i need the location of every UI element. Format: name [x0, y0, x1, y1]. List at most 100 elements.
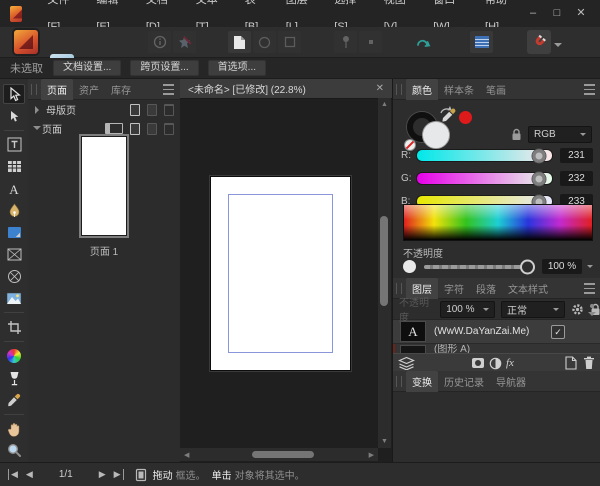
vertical-scrollbar[interactable]: ▲ ▼ — [378, 98, 391, 448]
blend-mode-select[interactable]: 正常 — [501, 301, 565, 318]
opacity-slider[interactable] — [424, 265, 534, 269]
node-tool[interactable] — [3, 106, 25, 126]
last-page-icon[interactable]: ▶ — [110, 469, 124, 480]
panel-grip-icon[interactable] — [31, 84, 37, 95]
add-page-icon[interactable] — [130, 123, 140, 135]
tab-paragraph[interactable]: 段落 — [470, 278, 502, 299]
rectangle-frame-tool[interactable] — [3, 245, 25, 265]
layers-list-scroll[interactable] — [588, 304, 596, 320]
tab-assets[interactable]: 资产 — [73, 79, 105, 100]
preferences-button[interactable]: 首选项... — [208, 60, 266, 76]
color-picker-tool[interactable] — [3, 390, 25, 410]
tab-history[interactable]: 历史记录 — [438, 371, 490, 392]
tab-text-styles[interactable]: 文本样式 — [502, 278, 554, 299]
scroll-left-icon[interactable]: ◀ — [184, 451, 189, 459]
mask-layer-icon[interactable] — [471, 357, 485, 369]
panel-grip-icon[interactable] — [396, 283, 402, 294]
panel-menu-icon[interactable] — [584, 283, 595, 294]
lock-icon[interactable] — [511, 128, 522, 141]
layer-effects-icon[interactable]: fx — [506, 357, 514, 369]
tab-transform[interactable]: 变换 — [406, 371, 438, 392]
pages-overview-icon[interactable] — [134, 468, 147, 482]
layer-row-shape[interactable]: (图形 A) — [393, 344, 600, 353]
layer-name[interactable]: (WwW.DaYanZai.Me) — [434, 326, 529, 337]
color-mode-select[interactable]: RGB — [528, 126, 592, 143]
scroll-down-icon[interactable] — [588, 312, 596, 320]
scroll-right-icon[interactable]: ▶ — [369, 451, 374, 459]
document-close-icon[interactable]: ✕ — [376, 83, 384, 94]
horizontal-scrollbar[interactable]: ◀ ▶ — [180, 448, 378, 461]
panel-menu-icon[interactable] — [584, 84, 595, 95]
layer-name[interactable]: (图形 A) — [434, 344, 470, 353]
snapping-dropdown-caret-icon[interactable] — [554, 39, 562, 51]
tab-color[interactable]: 颜色 — [406, 79, 438, 100]
ellipse-frame-tool[interactable] — [3, 267, 25, 287]
layers-stack-icon[interactable] — [398, 356, 415, 370]
zoom-tool[interactable] — [3, 441, 25, 461]
chevron-down-icon[interactable] — [587, 265, 593, 271]
pen-tool[interactable] — [3, 201, 25, 221]
picked-color-dot[interactable] — [459, 111, 472, 124]
new-layer-icon[interactable] — [565, 356, 577, 370]
adjustment-layer-icon[interactable] — [489, 357, 502, 370]
fill-gradient-tool[interactable] — [3, 346, 25, 366]
tab-character[interactable]: 字符 — [438, 278, 470, 299]
master-pages-row[interactable]: 母版页 — [28, 100, 180, 119]
panel-menu-icon[interactable] — [163, 84, 174, 95]
gear-icon[interactable] — [571, 303, 584, 316]
snapping-magnet-icon[interactable] — [527, 30, 551, 54]
panel-grip-icon[interactable] — [396, 84, 402, 95]
vertical-scroll-thumb[interactable] — [380, 216, 388, 306]
move-tool[interactable] — [3, 84, 25, 104]
close-button[interactable]: ✕ — [572, 0, 590, 27]
trash-icon[interactable] — [583, 356, 595, 370]
frame-text-tool[interactable] — [3, 135, 25, 155]
layer-opacity-select[interactable]: 100 % — [440, 301, 495, 318]
layer-row-text[interactable]: A (WwW.DaYanZai.Me) — [393, 320, 600, 344]
new-page-icon[interactable] — [228, 31, 251, 53]
spread-view-icon[interactable] — [105, 123, 123, 134]
red-slider[interactable] — [416, 149, 553, 162]
table-tool[interactable] — [3, 157, 25, 177]
document-tab[interactable]: <未命名> [已修改] (22.8%) ✕ — [180, 79, 392, 99]
minimize-button[interactable]: – — [524, 0, 542, 27]
red-slider-handle[interactable] — [533, 149, 546, 162]
document-setup-button[interactable]: 文档设置... — [53, 60, 121, 76]
red-value[interactable]: 231 — [560, 148, 593, 163]
artistic-text-tool[interactable]: A — [3, 179, 25, 199]
publisher-persona-icon[interactable] — [14, 30, 38, 54]
next-page-icon[interactable]: ▶ — [95, 469, 110, 480]
visibility-checkbox[interactable] — [551, 325, 565, 339]
horizontal-scroll-thumb[interactable] — [252, 451, 314, 458]
fill-color-well[interactable] — [422, 121, 450, 149]
green-value[interactable]: 232 — [560, 171, 593, 186]
scroll-up-icon[interactable]: ▲ — [381, 101, 388, 108]
page-1-thumbnail[interactable] — [82, 137, 126, 235]
tab-stock[interactable]: 库存 — [105, 79, 137, 100]
spread-setup-button[interactable]: 跨页设置... — [130, 60, 198, 76]
first-page-icon[interactable]: ◀ — [8, 469, 22, 480]
place-image-tool[interactable] — [3, 289, 25, 309]
add-master-icon[interactable] — [130, 104, 140, 116]
crop-tool[interactable] — [3, 317, 25, 337]
collapse-arrow-icon[interactable] — [35, 106, 43, 114]
opacity-slider-handle[interactable] — [520, 259, 535, 274]
opacity-value[interactable]: 100 % — [542, 259, 582, 274]
shape-layer-thumbnail[interactable] — [400, 345, 426, 353]
transparency-tool[interactable] — [3, 368, 25, 388]
eyedropper-icon[interactable] — [441, 107, 457, 123]
preflight-icon[interactable] — [412, 31, 435, 53]
fill-stroke-selector[interactable] — [407, 105, 467, 151]
panel-grip-icon[interactable] — [396, 376, 402, 387]
tab-stroke[interactable]: 笔画 — [480, 79, 512, 100]
text-layer-thumbnail[interactable]: A — [400, 321, 426, 342]
rectangle-tool[interactable] — [3, 223, 25, 243]
color-spectrum[interactable] — [403, 204, 593, 241]
previous-page-icon[interactable]: ◀ — [22, 469, 37, 480]
tab-pages[interactable]: 页面 — [41, 79, 73, 100]
tab-swatches[interactable]: 样本条 — [438, 79, 480, 100]
tab-navigator[interactable]: 导航器 — [490, 371, 532, 392]
green-slider-handle[interactable] — [533, 172, 546, 185]
view-pan-tool[interactable] — [3, 419, 25, 439]
expand-arrow-icon[interactable] — [33, 126, 41, 134]
